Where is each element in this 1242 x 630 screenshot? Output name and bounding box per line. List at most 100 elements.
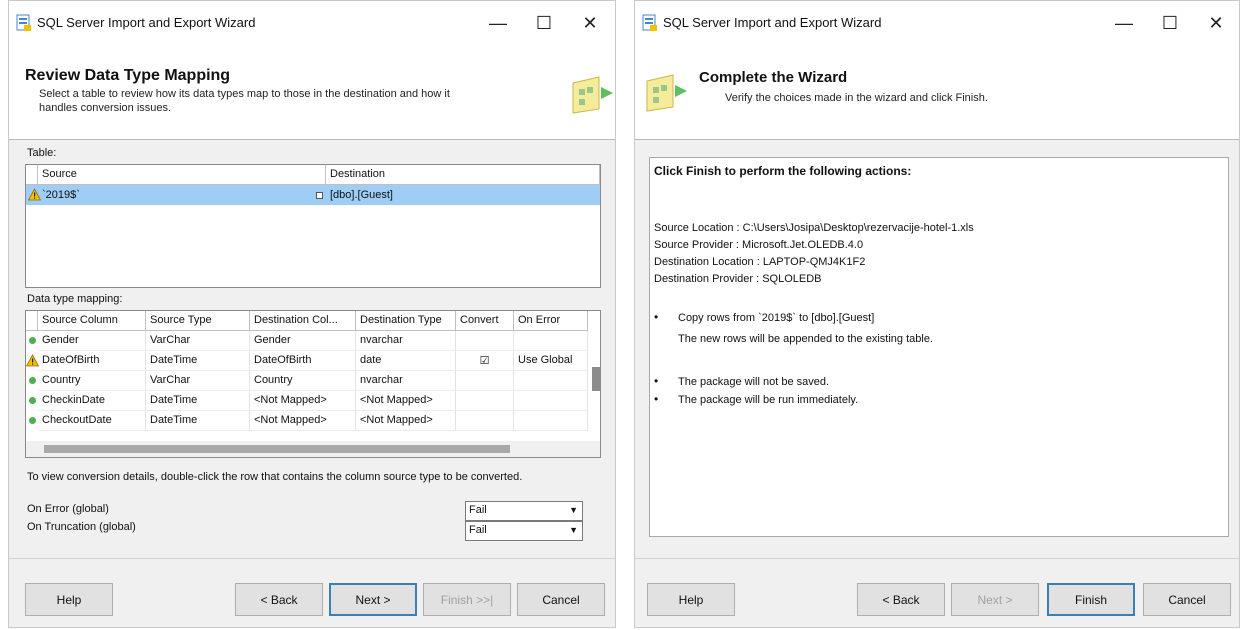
cell-source-column[interactable]: CheckoutDate xyxy=(38,411,146,431)
next-button[interactable]: Next > xyxy=(329,583,417,616)
title-bar[interactable]: SQL Server Import and Export Wizard — ☐ … xyxy=(635,1,1239,45)
cell-destination-column[interactable]: Gender xyxy=(250,331,356,351)
table-header-destination[interactable]: Destination xyxy=(326,165,600,185)
on-truncation-value: Fail xyxy=(469,524,487,536)
table-row[interactable]: DateOfBirth DateTime DateOfBirth date ☑ … xyxy=(26,351,588,371)
summary-textbox[interactable]: Click Finish to perform the following ac… xyxy=(649,157,1229,537)
page-subtitle-line2: handles conversion issues. xyxy=(39,102,172,114)
action-copy-rows: Copy rows from `2019$` to [dbo].[Guest] xyxy=(678,312,875,324)
bullet-icon: • xyxy=(654,392,659,406)
close-icon[interactable]: ✕ xyxy=(1193,1,1239,45)
cancel-button[interactable]: Cancel xyxy=(517,583,605,616)
mapping-label: Data type mapping: xyxy=(27,293,123,305)
cell-source-column[interactable]: CheckinDate xyxy=(38,391,146,411)
cell-destination-type[interactable]: nvarchar xyxy=(356,371,456,391)
action-append-note: The new rows will be appended to the exi… xyxy=(678,333,933,345)
cell-convert[interactable] xyxy=(456,331,514,351)
table-row[interactable]: Country VarChar Country nvarchar xyxy=(26,371,588,391)
cancel-button[interactable]: Cancel xyxy=(1143,583,1231,616)
grid-header-corner xyxy=(26,311,38,331)
page-title: Complete the Wizard xyxy=(699,69,848,86)
minimize-icon[interactable]: — xyxy=(1101,1,1147,45)
status-ok-icon xyxy=(29,417,36,424)
cell-on-error[interactable] xyxy=(514,391,588,411)
cell-convert[interactable] xyxy=(456,371,514,391)
table-row[interactable]: Gender VarChar Gender nvarchar xyxy=(26,331,588,351)
maximize-icon[interactable]: ☐ xyxy=(521,1,567,45)
cell-destination-column[interactable]: <Not Mapped> xyxy=(250,391,356,411)
detail-source-location: Source Location : C:\Users\Josipa\Deskto… xyxy=(654,222,974,234)
horizontal-scrollbar[interactable] xyxy=(26,441,600,457)
help-button[interactable]: Help xyxy=(25,583,113,616)
cell-on-error[interactable] xyxy=(514,331,588,351)
cell-destination-column[interactable]: Country xyxy=(250,371,356,391)
table-header-source[interactable]: Source xyxy=(38,165,326,185)
mapping-header-source-column[interactable]: Source Column xyxy=(38,311,146,331)
on-error-select[interactable]: Fail ▼ xyxy=(465,501,583,521)
close-icon[interactable]: ✕ xyxy=(567,1,613,45)
chevron-down-icon[interactable]: ▼ xyxy=(569,505,578,515)
cell-destination-type[interactable]: nvarchar xyxy=(356,331,456,351)
help-button[interactable]: Help xyxy=(647,583,735,616)
cell-source-column[interactable]: Country xyxy=(38,371,146,391)
on-truncation-select[interactable]: Fail ▼ xyxy=(465,521,583,541)
maximize-icon[interactable]: ☐ xyxy=(1147,1,1193,45)
mapping-header-convert[interactable]: Convert xyxy=(456,311,514,331)
table-row[interactable] xyxy=(26,185,600,205)
cell-source-column[interactable]: Gender xyxy=(38,331,146,351)
cell-convert[interactable]: ☑ xyxy=(456,351,514,371)
on-truncation-label: On Truncation (global) xyxy=(27,521,136,533)
cell-source-type[interactable]: DateTime xyxy=(146,351,250,371)
cell-destination-type[interactable]: <Not Mapped> xyxy=(356,391,456,411)
chevron-down-icon[interactable]: ▼ xyxy=(569,525,578,535)
cell-convert[interactable] xyxy=(456,411,514,431)
action-not-saved: The package will not be saved. xyxy=(678,376,830,388)
cell-source-type[interactable]: VarChar xyxy=(146,331,250,351)
mapping-header-destination-column[interactable]: Destination Col... xyxy=(250,311,356,331)
warning-icon xyxy=(28,188,41,201)
mapping-header-source-type[interactable]: Source Type xyxy=(146,311,250,331)
table-cell-source[interactable]: `2019$` xyxy=(42,189,80,201)
status-ok-icon xyxy=(29,397,36,404)
finish-button[interactable]: Finish xyxy=(1047,583,1135,616)
cell-on-error[interactable]: Use Global xyxy=(514,351,588,371)
cell-on-error[interactable] xyxy=(514,371,588,391)
wizard-app-icon xyxy=(642,14,657,31)
cell-convert[interactable] xyxy=(456,391,514,411)
cell-destination-column[interactable]: <Not Mapped> xyxy=(250,411,356,431)
cell-destination-column[interactable]: DateOfBirth xyxy=(250,351,356,371)
cell-destination-type[interactable]: <Not Mapped> xyxy=(356,411,456,431)
mapping-grid[interactable]: Source Column Source Type Destination Co… xyxy=(25,310,601,458)
minimize-icon[interactable]: — xyxy=(475,1,521,45)
conversion-hint: To view conversion details, double-click… xyxy=(27,471,523,483)
page-header: Review Data Type Mapping Select a table … xyxy=(9,45,615,140)
cell-source-type[interactable]: VarChar xyxy=(146,371,250,391)
cell-destination-type[interactable]: date xyxy=(356,351,456,371)
table-grid[interactable]: Source Destination `2019$` [dbo].[Guest] xyxy=(25,164,601,288)
next-button[interactable]: Next > xyxy=(951,583,1039,616)
page-subtitle-line1: Select a table to review how its data ty… xyxy=(39,88,450,100)
cell-on-error[interactable] xyxy=(514,411,588,431)
horizontal-scroll-thumb[interactable] xyxy=(44,445,510,453)
wizard-window-complete: SQL Server Import and Export Wizard — ☐ … xyxy=(634,0,1240,628)
mapping-header-on-error[interactable]: On Error xyxy=(514,311,588,331)
table-cell-destination[interactable]: [dbo].[Guest] xyxy=(330,189,393,201)
detail-destination-provider: Destination Provider : SQLOLEDB xyxy=(654,273,822,285)
table-row[interactable]: CheckinDate DateTime <Not Mapped> <Not M… xyxy=(26,391,588,411)
checkbox-icon[interactable] xyxy=(316,192,323,199)
mapping-header-destination-type[interactable]: Destination Type xyxy=(356,311,456,331)
cell-source-type[interactable]: DateTime xyxy=(146,411,250,431)
back-button[interactable]: < Back xyxy=(235,583,323,616)
cell-source-type[interactable]: DateTime xyxy=(146,391,250,411)
table-row[interactable]: CheckoutDate DateTime <Not Mapped> <Not … xyxy=(26,411,588,431)
wizard-app-icon xyxy=(16,14,31,31)
finish-button[interactable]: Finish >>| xyxy=(423,583,511,616)
footer-divider xyxy=(635,558,1239,559)
vertical-scrollbar[interactable] xyxy=(592,367,600,391)
title-bar[interactable]: SQL Server Import and Export Wizard — ☐ … xyxy=(9,1,615,45)
cell-source-column[interactable]: DateOfBirth xyxy=(38,351,146,371)
summary-heading: Click Finish to perform the following ac… xyxy=(654,164,912,178)
detail-source-provider: Source Provider : Microsoft.Jet.OLEDB.4.… xyxy=(654,239,864,251)
table-label: Table: xyxy=(27,147,57,159)
back-button[interactable]: < Back xyxy=(857,583,945,616)
